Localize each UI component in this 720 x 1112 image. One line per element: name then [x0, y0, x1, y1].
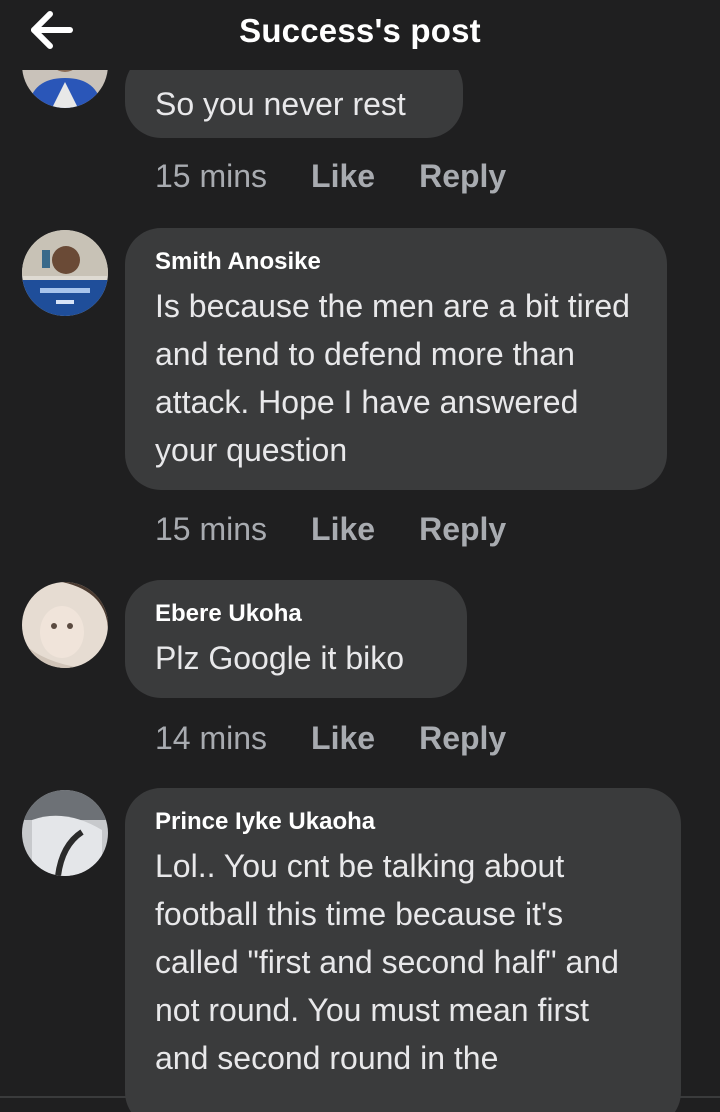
avatar[interactable]	[22, 790, 108, 876]
comment-author[interactable]: Prince Iyke Ukaoha	[155, 808, 651, 836]
reply-button[interactable]: Reply	[419, 720, 506, 757]
avatar[interactable]	[22, 230, 108, 316]
comment-bubble: Smith Anosike Is because the men are a b…	[125, 228, 667, 490]
comment-actions: 15 mins Like Reply	[155, 158, 550, 198]
top-bar: Success's post	[0, 0, 720, 70]
avatar[interactable]	[22, 582, 108, 668]
comment-text: Lol.. You cnt be talking about football …	[155, 848, 619, 1076]
page-title: Success's post	[239, 12, 481, 49]
comment-timestamp: 15 mins	[155, 511, 268, 547]
comment-timestamp: 14 mins	[155, 720, 268, 756]
reply-button[interactable]: Reply	[419, 511, 506, 548]
comment-text: Plz Google it biko	[155, 640, 405, 676]
like-button[interactable]: Like	[311, 158, 375, 195]
comment-text: Is because the men are a bit tired and t…	[155, 288, 630, 468]
bottom-divider	[0, 1096, 720, 1098]
like-button[interactable]: Like	[311, 720, 375, 757]
comments-list[interactable]: So you never rest 15 mins Like Reply Smith…	[0, 0, 720, 1112]
comment-actions: 15 mins Like Reply	[155, 511, 550, 551]
comment-bubble: Ebere Ukoha Plz Google it biko	[125, 580, 467, 698]
comment-text: So you never rest	[155, 86, 406, 122]
like-button[interactable]: Like	[311, 511, 375, 548]
comment-bubble: Prince Iyke Ukaoha Lol.. You cnt be talk…	[125, 788, 681, 1112]
comment-author[interactable]: Ebere Ukoha	[155, 600, 437, 628]
comment-actions: 14 mins Like Reply	[155, 720, 550, 760]
comment-author[interactable]: Smith Anosike	[155, 248, 637, 276]
comment-timestamp: 15 mins	[155, 158, 268, 194]
reply-button[interactable]: Reply	[419, 158, 506, 195]
post-comments-screen: So you never rest 15 mins Like Reply Smith…	[0, 0, 720, 1112]
